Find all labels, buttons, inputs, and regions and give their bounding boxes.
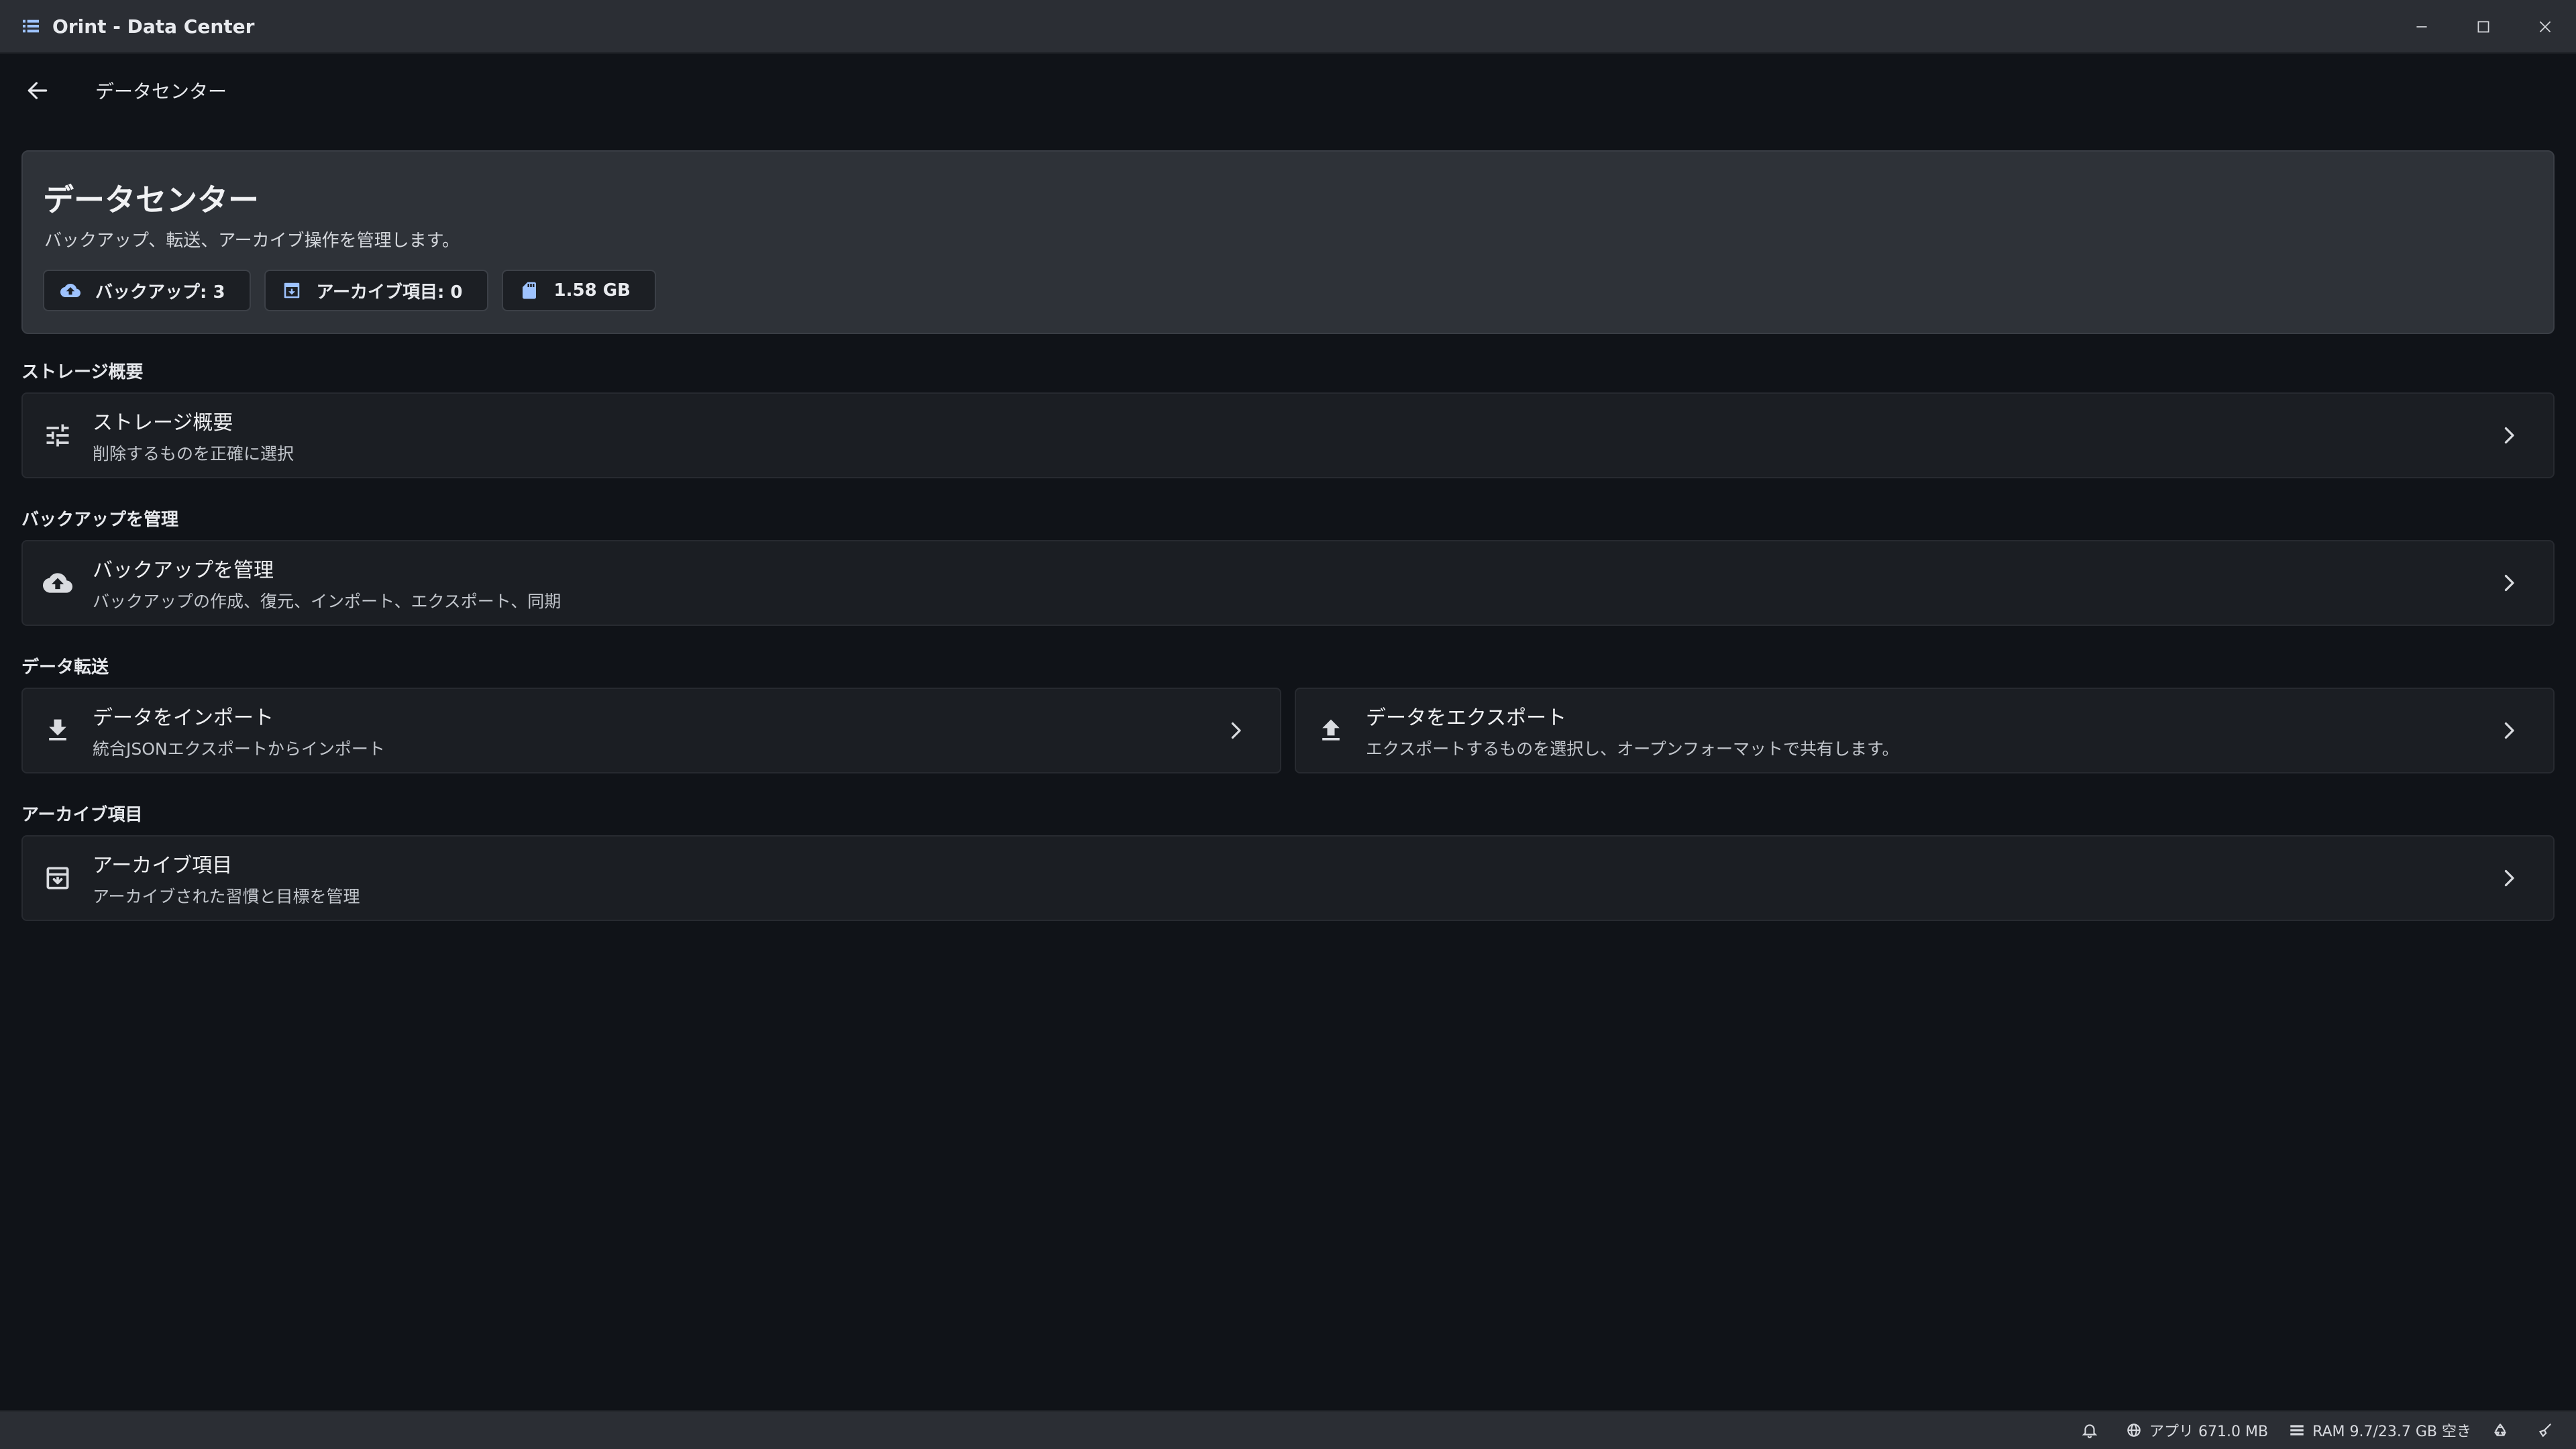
archive-icon — [284, 282, 299, 299]
recycle-icon — [2494, 1424, 2506, 1436]
archive-card-desc: アーカイブされた習慣と目標を管理 — [93, 887, 360, 906]
page-title: データセンター — [43, 182, 259, 218]
backup-card-desc: バックアップの作成、復元、インポート、エクスポート、同期 — [93, 592, 561, 611]
arrow-back-icon — [28, 82, 48, 99]
close-icon — [2539, 21, 2551, 33]
minimize-icon — [2416, 26, 2427, 28]
menu-icon — [23, 19, 39, 33]
status-bar: アプリ 671.0 MB RAM 9.7/23.7 GB 空き — [0, 1410, 2576, 1449]
minimize-button[interactable] — [2391, 0, 2453, 54]
bell-icon — [2082, 1424, 2098, 1438]
hero-card: データセンター バックアップ、転送、アーカイブ操作を管理します。 バックアップ:… — [21, 150, 2555, 334]
nav-bar: データセンター — [0, 54, 2576, 127]
title-bar: Orint - Data Center — [0, 0, 2576, 54]
chevron-right-icon — [2504, 722, 2514, 739]
ram-indicator: RAM 9.7/23.7 GB 空き — [2288, 1419, 2471, 1441]
page-subtitle: バックアップ、転送、アーカイブ操作を管理します。 — [44, 231, 460, 251]
globe-icon — [2127, 1424, 2141, 1437]
storage-overview-card[interactable]: ストレージ概要 削除するものを正確に選択 — [21, 392, 2555, 478]
import-card-desc: 統合JSONエクスポートからインポート — [93, 739, 385, 759]
export-data-card[interactable]: データをエクスポート エクスポートするものを選択し、オープンフォーマットで共有し… — [1295, 688, 2555, 773]
section-transfer-label: データ転送 — [21, 657, 109, 678]
archived-count-chip: アーカイブ項目: 0 — [264, 270, 488, 311]
backup-card-title: バックアップを管理 — [93, 559, 274, 582]
chevron-right-icon — [2504, 869, 2514, 887]
memory-icon — [2290, 1425, 2304, 1436]
backup-count-chip: バックアップ: 3 — [43, 270, 251, 311]
notifications-button[interactable] — [2081, 1421, 2105, 1439]
upload-icon — [1322, 719, 1340, 741]
app-memory-label: アプリ 671.0 MB — [2149, 1424, 2269, 1440]
section-storage-label: ストレージ概要 — [21, 362, 144, 382]
storage-size-chip: 1.58 GB — [501, 270, 656, 311]
backup-count-label: バックアップ: 3 — [95, 282, 225, 303]
archived-items-card[interactable]: アーカイブ項目 アーカイブされた習慣と目標を管理 — [21, 835, 2555, 921]
sd-card-icon — [522, 282, 536, 299]
import-data-card[interactable]: データをインポート 統合JSONエクスポートからインポート — [21, 688, 1281, 773]
maximize-button[interactable] — [2453, 0, 2514, 54]
ram-label: RAM 9.7/23.7 GB 空き — [2312, 1424, 2471, 1440]
stat-chips: バックアップ: 3 アーカイブ項目: 0 1.58 GB — [43, 270, 656, 311]
maximize-icon — [2477, 21, 2489, 33]
close-button[interactable] — [2514, 0, 2576, 54]
archived-count-label: アーカイブ項目: 0 — [316, 282, 463, 303]
broom-icon — [2538, 1424, 2551, 1438]
storage-size-label: 1.58 GB — [553, 280, 631, 301]
export-card-desc: エクスポートするものを選択し、オープンフォーマットで共有します。 — [1366, 739, 1899, 759]
cloud-upload-icon — [60, 284, 80, 297]
storage-card-title: ストレージ概要 — [93, 411, 233, 435]
chevron-right-icon — [1231, 722, 1241, 739]
window-title: Orint - Data Center — [52, 15, 255, 38]
sync-button[interactable] — [2491, 1421, 2516, 1439]
cleanup-button[interactable] — [2536, 1421, 2560, 1439]
archive-card-title: アーカイブ項目 — [93, 854, 233, 877]
chevron-right-icon — [2504, 427, 2514, 444]
back-button[interactable] — [17, 70, 58, 111]
storage-card-desc: 削除するものを正確に選択 — [93, 444, 294, 464]
app-memory-indicator: アプリ 671.0 MB — [2125, 1419, 2268, 1441]
tune-icon — [46, 424, 69, 447]
chevron-right-icon — [2504, 574, 2514, 592]
export-card-title: データをエクスポート — [1366, 706, 1567, 730]
archive-icon — [46, 867, 69, 890]
window-controls — [2391, 0, 2576, 54]
nav-title: データセンター — [95, 80, 227, 103]
manage-backups-card[interactable]: バックアップを管理 バックアップの作成、復元、インポート、エクスポート、同期 — [21, 540, 2555, 626]
section-archive-label: アーカイブ項目 — [21, 805, 143, 825]
section-backup-label: バックアップを管理 — [21, 510, 179, 530]
cloud-upload-icon — [43, 573, 72, 593]
download-icon — [49, 719, 66, 741]
import-card-title: データをインポート — [93, 706, 274, 730]
